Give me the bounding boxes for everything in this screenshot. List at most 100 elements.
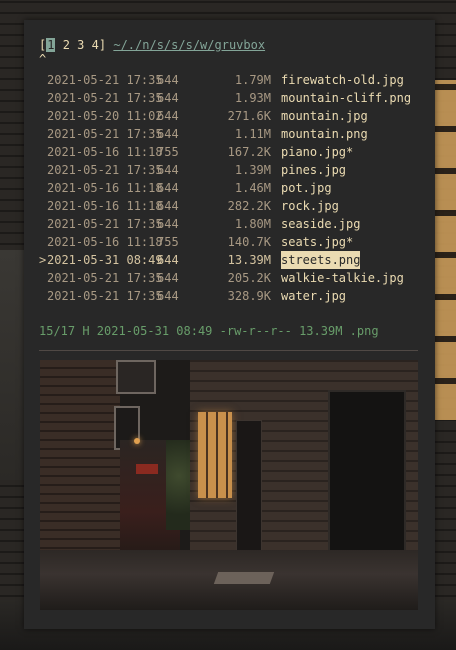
file-permissions: 644 — [157, 289, 179, 303]
file-size: 282.2K — [227, 199, 271, 213]
file-list: 2021-05-21 17:35 644 1.79M firewatch-old.jp… — [39, 71, 429, 305]
selection-marker — [39, 143, 47, 161]
file-row[interactable]: 2021-05-21 17:35 644 1.93M mountain-cliff.p… — [39, 89, 429, 107]
selection-marker — [39, 125, 47, 143]
file-row[interactable]: 2021-05-21 17:35 644 1.79M firewatch-old.jp… — [39, 71, 429, 89]
selection-marker — [39, 215, 47, 233]
file-permissions: 644 — [157, 91, 179, 105]
file-name: water.jpg — [281, 289, 347, 303]
wallpaper-lit-window — [434, 80, 456, 420]
file-row[interactable]: 2021-05-16 11:18 755 140.7K seats.jpg* — [39, 233, 429, 251]
preview-red-sign — [136, 464, 158, 474]
wallpaper-detail-left — [0, 250, 24, 480]
file-row[interactable]: 2021-05-21 17:35 644 1.80M seaside.jpg — [39, 215, 429, 233]
file-name: walkie-talkie.jpg — [281, 271, 404, 285]
file-size: 167.2K — [227, 145, 271, 159]
file-size: 1.11M — [234, 127, 271, 141]
file-size: 1.93M — [234, 91, 271, 105]
file-permissions: 644 — [157, 199, 179, 213]
caret-marker: ^ — [39, 52, 47, 66]
tab-4[interactable]: 4 — [92, 38, 99, 52]
status-line: 15/17 H 2021-05-31 08:49 -rw-r--r-- 13.3… — [39, 324, 379, 338]
file-date: 2021-05-16 11:18 — [47, 199, 163, 213]
file-name: mountain.jpg — [281, 109, 368, 123]
file-row[interactable]: 2021-05-20 11:02 644 271.6K mountain.jpg — [39, 107, 429, 125]
terminal-window[interactable]: [1 2 3 4] ~/./n/s/s/s/w/gruvbox ^ 2021-0… — [24, 20, 435, 629]
file-date: 2021-05-20 11:02 — [47, 109, 163, 123]
file-row[interactable]: 2021-05-21 17:35 644 205.2K walkie-talkie.j… — [39, 269, 429, 287]
image-preview — [40, 360, 418, 610]
file-date: 2021-05-21 17:35 — [47, 217, 163, 231]
tab-bar: [1 2 3 4] ~/./n/s/s/s/w/gruvbox — [39, 36, 265, 54]
file-date: 2021-05-31 08:49 — [47, 253, 163, 267]
file-row[interactable]: 2021-05-21 17:35 644 1.11M mountain.png — [39, 125, 429, 143]
file-name: pines.jpg — [281, 163, 347, 177]
preview-lit-window — [198, 412, 232, 498]
selection-marker: > — [39, 253, 47, 267]
file-date: 2021-05-21 17:35 — [47, 271, 163, 285]
file-date: 2021-05-21 17:35 — [47, 73, 163, 87]
file-size: 271.6K — [227, 109, 271, 123]
selection-marker — [39, 197, 47, 215]
file-permissions: 644 — [157, 217, 179, 231]
selection-marker — [39, 71, 47, 89]
file-permissions: 644 — [157, 181, 179, 195]
selection-marker — [39, 287, 47, 305]
tab-3[interactable]: 3 — [77, 38, 84, 52]
file-name: mountain-cliff.png — [281, 91, 412, 105]
file-name: rock.jpg — [281, 199, 339, 213]
file-permissions: 644 — [157, 253, 179, 267]
file-size: 13.39M — [227, 253, 271, 267]
file-permissions: 644 — [157, 127, 179, 141]
file-name: firewatch-old.jpg — [281, 73, 404, 87]
file-date: 2021-05-16 11:18 — [47, 181, 163, 195]
file-permissions: 755 — [157, 145, 179, 159]
tab-1[interactable]: 1 — [46, 38, 56, 52]
file-size: 140.7K — [227, 235, 271, 249]
file-date: 2021-05-21 17:35 — [47, 289, 163, 303]
file-date: 2021-05-16 11:18 — [47, 235, 163, 249]
file-date: 2021-05-21 17:35 — [47, 163, 163, 177]
selection-marker — [39, 233, 47, 251]
file-permissions: 644 — [157, 109, 179, 123]
file-name: piano.jpg* — [281, 145, 354, 159]
file-row[interactable]: 2021-05-21 17:35 644 1.39M pines.jpg — [39, 161, 429, 179]
file-size: 1.79M — [234, 73, 271, 87]
file-permissions: 644 — [157, 271, 179, 285]
preview-lamp — [134, 438, 140, 444]
file-name: streets.png — [281, 251, 361, 269]
file-row[interactable]: 2021-05-16 11:18 644 1.46M pot.jpg — [39, 179, 429, 197]
preview-step — [213, 572, 275, 584]
selection-marker — [39, 161, 47, 179]
tab-bracket-close: ] — [98, 38, 107, 52]
selection-marker — [39, 269, 47, 287]
tab-2[interactable]: 2 — [63, 38, 70, 52]
file-row[interactable]: 2021-05-21 17:35 644 328.9K water.jpg — [39, 287, 429, 305]
file-date: 2021-05-21 17:35 — [47, 127, 163, 141]
file-name: pot.jpg — [281, 181, 332, 195]
file-permissions: 755 — [157, 235, 179, 249]
selection-marker — [39, 179, 47, 197]
file-row[interactable]: 2021-05-16 11:18 644 282.2K rock.jpg — [39, 197, 429, 215]
file-size: 328.9K — [227, 289, 271, 303]
file-name: seats.jpg* — [281, 235, 354, 249]
file-size: 1.39M — [234, 163, 271, 177]
selection-marker — [39, 89, 47, 107]
preview-door — [236, 420, 262, 562]
file-row[interactable]: 2021-05-16 11:18 755 167.2K piano.jpg* — [39, 143, 429, 161]
selection-marker — [39, 107, 47, 125]
file-name: seaside.jpg — [281, 217, 361, 231]
file-size: 205.2K — [227, 271, 271, 285]
file-date: 2021-05-16 11:18 — [47, 145, 163, 159]
file-permissions: 644 — [157, 163, 179, 177]
file-row[interactable]: >2021-05-31 08:49 644 13.39M streets.png — [39, 251, 429, 269]
preview-building-windows — [116, 360, 156, 394]
preview-plants — [166, 440, 192, 530]
file-size: 1.46M — [234, 181, 271, 195]
file-date: 2021-05-21 17:35 — [47, 91, 163, 105]
file-size: 1.80M — [234, 217, 271, 231]
file-permissions: 644 — [157, 73, 179, 87]
file-name: mountain.png — [281, 127, 368, 141]
current-path[interactable]: ~/./n/s/s/s/w/gruvbox — [113, 38, 265, 52]
divider — [39, 350, 418, 351]
